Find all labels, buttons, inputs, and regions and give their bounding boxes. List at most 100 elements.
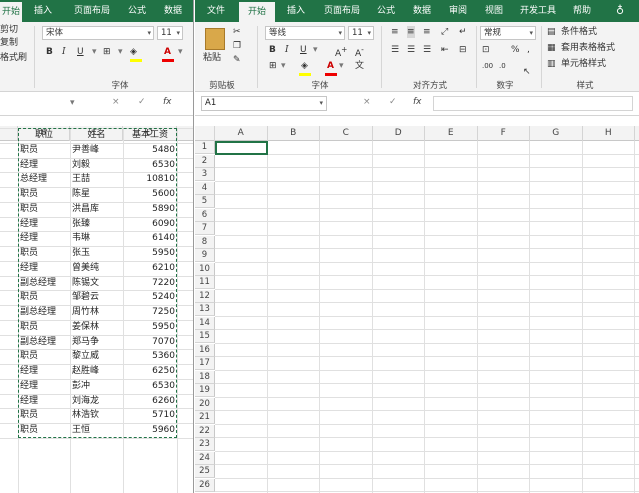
tab-home[interactable]: 开始 [239,2,275,22]
phonetic-icon[interactable]: 文 [355,60,364,72]
cell-style-button[interactable]: 单元格样式 [561,58,606,70]
tab-layout-left[interactable]: 页面布局 [66,0,118,22]
column-header[interactable]: G [530,126,583,141]
table-format-button[interactable]: 套用表格格式 [561,42,615,54]
tab-formulas[interactable]: 公式 [371,0,401,22]
tab-insert[interactable]: 插入 [279,0,313,22]
cancel-icon[interactable]: × [363,97,371,107]
formula-input[interactable] [433,96,633,111]
format-painter-icon[interactable]: ✎ [233,54,241,66]
insert-function-icon[interactable]: fx [163,97,172,107]
row-header[interactable]: 8 [195,235,215,249]
select-all-corner[interactable] [195,126,215,141]
border-icon[interactable]: ⊞ [269,60,277,72]
tab-file[interactable]: 文件 [199,0,233,22]
column-header[interactable]: C [320,126,373,141]
copy-button[interactable]: 复制 [0,37,18,49]
column-header[interactable]: B [268,126,320,141]
align-left-icon[interactable]: ☰ [391,44,399,56]
cell-style-icon[interactable]: ▥ [547,58,556,70]
row-header[interactable]: 26 [195,478,215,492]
row-header[interactable]: 3 [195,168,215,181]
border-icon[interactable]: ⊞ [103,46,111,58]
underline-button[interactable]: U [300,44,307,56]
tab-data[interactable]: 数据 [407,0,437,22]
increase-decimal-icon[interactable]: .00 [482,60,493,72]
row-header[interactable]: 10 [195,262,215,276]
tab-home-left[interactable]: 开始 [0,2,22,22]
column-header[interactable]: F [478,126,530,141]
row-header[interactable]: 6 [195,208,215,222]
merge-center-icon[interactable]: ⊟ [459,44,467,56]
paste-icon[interactable] [205,28,225,50]
column-header[interactable]: D [373,126,425,141]
row-header[interactable]: 15 [195,330,215,343]
format-painter-button[interactable]: 格式刷 [0,52,27,64]
decrease-font-icon[interactable]: A- [355,44,364,60]
font-size-dropdown[interactable]: 11 ▾ [348,26,374,40]
row-header[interactable]: 1 [195,141,215,154]
italic-button[interactable]: I [62,46,66,58]
enter-icon[interactable]: ✓ [389,97,397,107]
font-color-icon[interactable]: A [327,60,334,72]
right-sheet-grid[interactable]: 1 2 3 4 5 6 7 8 9 10 11 12 13 14 15 16 17 18 19 20 21 22 23 24 2… [195,141,639,493]
row-header[interactable]: 12 [195,289,215,303]
font-name-dropdown[interactable]: 宋体 ▾ [42,26,154,40]
row-header[interactable]: 24 [195,451,215,465]
fill-color-icon[interactable]: ◈ [301,60,308,72]
column-header[interactable]: E [425,126,478,141]
dropdown-arrow-icon[interactable]: ▾ [92,46,97,58]
active-cell-a1[interactable] [215,141,268,155]
enter-icon[interactable]: ✓ [138,97,146,107]
tab-formula-left[interactable]: 公式 [122,0,152,22]
orientation-icon[interactable]: ⤢ [441,26,448,38]
row-header[interactable]: 22 [195,424,215,438]
dropdown-arrow-icon[interactable]: ▾ [339,60,344,72]
row-header[interactable]: 9 [195,249,215,262]
row-header[interactable]: 18 [195,370,215,384]
percent-icon[interactable]: % [511,44,520,56]
row-header[interactable]: 13 [195,303,215,316]
row-header[interactable]: 11 [195,276,215,289]
font-color-icon[interactable]: A [164,46,171,58]
table-format-icon[interactable]: ▦ [547,42,556,54]
lightbulb-icon[interactable]: ♁ [605,0,635,22]
dropdown-arrow-icon[interactable]: ▾ [70,97,75,109]
row-header[interactable]: 2 [195,154,215,168]
decrease-decimal-icon[interactable]: .0 [499,60,506,72]
dropdown-arrow-icon[interactable]: ▾ [313,44,318,56]
dropdown-arrow-icon[interactable]: ▾ [178,46,183,58]
number-format-dropdown[interactable]: 常规 ▾ [480,26,536,40]
indent-icon[interactable]: ⇤ [441,44,449,56]
currency-icon[interactable]: ⊡ [482,44,490,56]
conditional-format-button[interactable]: 条件格式 [561,26,597,38]
paste-button-label[interactable]: 粘贴 [203,52,221,64]
row-header[interactable]: 25 [195,465,215,478]
tab-help[interactable]: 帮助 [567,0,597,22]
tab-insert-left[interactable]: 插入 [28,0,58,22]
cut-button[interactable]: 剪切 [0,24,18,36]
align-middle-icon[interactable]: ≡ [407,26,415,38]
tab-data-left[interactable]: 数据 [158,0,188,22]
cut-icon[interactable]: ✂ [233,26,241,38]
dropdown-arrow-icon[interactable]: ▾ [281,60,286,72]
font-size-dropdown[interactable]: 11 ▾ [157,26,183,40]
align-top-icon[interactable]: ≡ [391,26,399,38]
row-header[interactable]: 21 [195,411,215,424]
left-sheet-grid[interactable]: 职位 姓名 基本工资 职员 尹善峰 5480 经理 刘毅 6530 总经理 王喆 10810 职员 陈星 5… [0,128,193,493]
insert-function-icon[interactable]: fx [413,97,422,107]
bold-button[interactable]: B [46,46,53,58]
comma-icon[interactable]: , [527,44,530,56]
row-header[interactable]: 17 [195,357,215,370]
bold-button[interactable]: B [269,44,276,56]
row-header[interactable]: 19 [195,384,215,397]
row-header[interactable]: 23 [195,438,215,451]
row-header[interactable]: 4 [195,181,215,195]
cancel-icon[interactable]: × [112,97,120,107]
tab-page-layout[interactable]: 页面布局 [317,0,367,22]
row-header[interactable]: 7 [195,222,215,235]
name-box[interactable]: A1 ▾ [201,96,327,111]
conditional-format-icon[interactable]: ▤ [547,26,556,38]
column-header[interactable]: A [215,126,268,141]
tab-review[interactable]: 审阅 [443,0,473,22]
